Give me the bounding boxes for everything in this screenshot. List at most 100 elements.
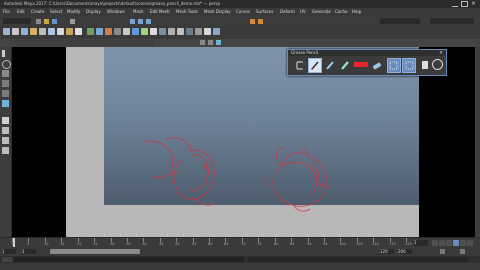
grease-pencil-toggle-icon[interactable] — [216, 40, 221, 45]
shelf-tool-icon[interactable] — [186, 28, 193, 35]
menu-item[interactable]: Cache — [335, 9, 347, 14]
shelf-tool-icon[interactable] — [75, 28, 82, 35]
shelf-tool-icon[interactable] — [159, 28, 166, 35]
range-slider[interactable]: 1 1 120 200 — [0, 247, 480, 256]
layout-four-icon[interactable] — [2, 127, 9, 134]
step-forward-icon[interactable] — [460, 240, 466, 246]
wireframe-icon[interactable] — [208, 40, 213, 45]
current-frame-marker[interactable] — [13, 238, 15, 247]
shelf-tool-icon[interactable] — [96, 28, 103, 35]
shelf-tool-icon[interactable] — [21, 28, 28, 35]
paint-select-icon[interactable] — [2, 70, 9, 77]
shelf-tool-icon[interactable] — [39, 28, 46, 35]
snap-grid-icon[interactable] — [130, 19, 135, 24]
lasso-tool-icon[interactable] — [2, 60, 11, 69]
save-scene-icon[interactable] — [52, 19, 57, 24]
shelf-tool-icon[interactable] — [48, 28, 55, 35]
play-forward-icon[interactable] — [453, 240, 459, 246]
step-back-icon[interactable] — [439, 240, 445, 246]
go-to-start-icon[interactable] — [432, 240, 438, 246]
current-frame-field[interactable]: 1 — [414, 240, 428, 246]
new-scene-icon[interactable] — [36, 19, 41, 24]
camera-icon[interactable] — [200, 40, 205, 45]
shelf-tool-icon[interactable] — [195, 28, 202, 35]
channel-box-strip[interactable] — [475, 47, 480, 237]
range-bar[interactable] — [50, 249, 140, 254]
window-title-bar[interactable]: Grease Pencil × — [288, 50, 446, 56]
render-icon[interactable] — [250, 19, 255, 24]
grease-pencil-window[interactable]: Grease Pencil × — [287, 49, 447, 76]
go-to-end-icon[interactable] — [467, 240, 473, 246]
search-field[interactable] — [380, 18, 420, 24]
ipr-render-icon[interactable] — [258, 19, 263, 24]
snap-point-icon[interactable] — [146, 19, 151, 24]
select-tool-icon[interactable] — [2, 50, 9, 57]
shelf-tool-icon[interactable] — [123, 28, 130, 35]
auto-key-icon[interactable] — [440, 249, 445, 254]
command-line[interactable] — [0, 256, 480, 263]
move-tool-icon[interactable] — [2, 80, 9, 87]
ghost-next-icon[interactable] — [402, 58, 416, 73]
marker-icon[interactable] — [323, 58, 337, 73]
color-swatch-icon[interactable] — [354, 62, 368, 67]
shelf-tool-icon[interactable] — [66, 28, 73, 35]
menu-item[interactable]: Curves — [236, 9, 250, 14]
anim-start-field[interactable]: 1 — [2, 249, 16, 254]
maximize-button[interactable] — [461, 1, 468, 7]
close-button[interactable]: × — [471, 0, 478, 7]
export-icon[interactable] — [418, 58, 432, 73]
menu-item[interactable]: File — [3, 9, 10, 14]
menu-item[interactable]: Create — [31, 9, 44, 14]
menu-item[interactable]: Windows — [107, 9, 125, 14]
menuset-dropdown[interactable] — [3, 18, 31, 24]
shelf-tool-icon[interactable] — [168, 28, 175, 35]
menu-item[interactable]: Help — [352, 9, 361, 14]
range-end-field[interactable]: 120 — [380, 249, 394, 254]
menu-item[interactable]: Modify — [67, 9, 80, 14]
layout-single-icon[interactable] — [2, 117, 9, 124]
preferences-icon[interactable] — [460, 249, 465, 254]
menu-item[interactable]: Display — [86, 9, 101, 14]
rotate-tool-icon[interactable] — [2, 90, 9, 97]
close-icon[interactable]: × — [439, 50, 443, 56]
shelf-tool-icon[interactable] — [57, 28, 64, 35]
shelf-tool-icon[interactable] — [3, 28, 10, 35]
anim-end-field[interactable]: 200 — [398, 249, 412, 254]
menu-item[interactable]: Edit Mesh — [150, 9, 170, 14]
eraser-icon[interactable] — [370, 58, 384, 73]
settings-icon[interactable] — [432, 59, 443, 70]
panel-menu[interactable] — [14, 40, 154, 46]
menu-item[interactable]: Deform — [280, 9, 295, 14]
menu-item[interactable]: Mesh Tools — [176, 9, 198, 14]
shelf-tool-icon[interactable] — [30, 28, 37, 35]
shelf-tool-icon[interactable] — [105, 28, 112, 35]
outliner-icon[interactable] — [2, 147, 9, 154]
play-back-icon[interactable] — [446, 240, 452, 246]
shelf-tool-icon[interactable] — [12, 28, 19, 35]
shelf-tool-icon[interactable] — [132, 28, 139, 35]
command-input[interactable] — [14, 257, 244, 262]
workspace-dropdown[interactable] — [430, 18, 474, 24]
shelf-tool-icon[interactable] — [141, 28, 148, 35]
ghost-previous-icon[interactable] — [387, 58, 401, 73]
shelf-tool-icon[interactable] — [213, 28, 220, 35]
open-scene-icon[interactable] — [44, 19, 49, 24]
soft-pencil-icon[interactable] — [338, 58, 352, 73]
shelf-tool-icon[interactable] — [177, 28, 184, 35]
menu-item[interactable]: Select — [50, 9, 62, 14]
layout-two-icon[interactable] — [2, 137, 9, 144]
menu-item[interactable]: Generate — [312, 9, 331, 14]
menu-item[interactable]: Surfaces — [256, 9, 273, 14]
menu-item[interactable]: Mesh — [133, 9, 144, 14]
range-start-field[interactable]: 1 — [22, 249, 36, 254]
minimize-button[interactable] — [452, 1, 458, 7]
shelf-tool-icon[interactable] — [87, 28, 94, 35]
menu-item[interactable]: Mesh Display — [204, 9, 231, 14]
select-mode-icon[interactable] — [70, 19, 75, 24]
snap-curve-icon[interactable] — [138, 19, 143, 24]
menu-item[interactable]: UV — [300, 9, 306, 14]
pencil-icon[interactable] — [308, 58, 322, 73]
shelf-tool-icon[interactable] — [204, 28, 211, 35]
shelf-tool-icon[interactable] — [150, 28, 157, 35]
shelf-tool-icon[interactable] — [114, 28, 121, 35]
